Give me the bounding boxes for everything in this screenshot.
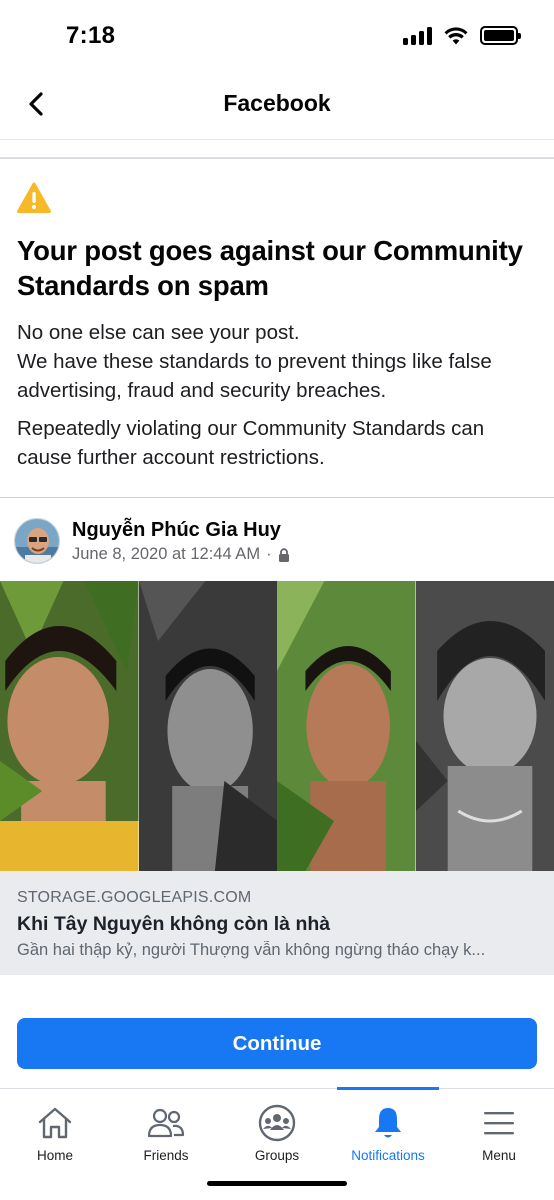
tab-notifications[interactable]: Notifications: [333, 1089, 443, 1179]
home-icon: [38, 1107, 72, 1139]
warning-icon: [17, 182, 51, 213]
link-title: Khi Tây Nguyên không còn là nhà: [17, 913, 331, 935]
page-title: Facebook: [223, 90, 331, 116]
wifi-icon: [444, 26, 468, 44]
warning-title: Your post goes against our Community Sta…: [17, 235, 523, 301]
bell-icon: [375, 1108, 401, 1138]
portrait-panel: [0, 581, 139, 871]
meta-separator: ·: [266, 545, 272, 563]
status-time: 7:18: [66, 22, 116, 49]
tab-menu[interactable]: Menu: [444, 1089, 554, 1179]
battery-icon: [480, 26, 521, 45]
friends-icon: [147, 1108, 185, 1138]
continue-button[interactable]: Continue: [17, 1018, 537, 1069]
link-description: Gần hai thập kỷ, người Thượng vẫn không …: [17, 941, 486, 959]
tab-groups[interactable]: Groups: [222, 1089, 332, 1179]
link-preview[interactable]: STORAGE.GOOGLEAPIS.COM Khi Tây Nguyên kh…: [0, 871, 554, 975]
post-meta: June 8, 2020 at 12:44 AM ·: [72, 545, 290, 564]
avatar[interactable]: [14, 518, 60, 564]
groups-icon: [258, 1104, 296, 1142]
portrait-panel: [138, 581, 277, 871]
divider: [0, 157, 554, 159]
portrait-panel: [415, 581, 554, 871]
status-bar: 7:18: [0, 0, 554, 70]
warning-paragraph: Repeatedly violating our Community Stand…: [17, 417, 485, 469]
nav-header: Facebook: [0, 70, 554, 140]
post-timestamp[interactable]: June 8, 2020 at 12:44 AM: [72, 545, 260, 564]
warning-paragraph: No one else can see your post. We have t…: [17, 321, 492, 402]
link-domain: STORAGE.GOOGLEAPIS.COM: [17, 889, 252, 906]
tab-home[interactable]: Home: [0, 1089, 110, 1179]
lock-icon: [278, 547, 289, 562]
warning-body: No one else can see your post. We have t…: [17, 318, 542, 481]
post-author[interactable]: Nguyễn Phúc Gia Huy: [72, 519, 281, 542]
portrait-panel: [277, 581, 416, 871]
tab-label: Groups: [254, 1148, 300, 1163]
link-preview-image[interactable]: [0, 581, 554, 871]
home-indicator[interactable]: [207, 1181, 347, 1186]
status-icons: [403, 26, 521, 45]
tab-label: Friends: [143, 1148, 189, 1163]
tab-friends[interactable]: Friends: [111, 1089, 221, 1179]
cellular-signal-icon: [403, 26, 432, 45]
tab-label: Menu: [482, 1148, 516, 1163]
tab-label: Notifications: [351, 1148, 425, 1163]
divider: [0, 497, 554, 498]
menu-icon: [484, 1112, 514, 1135]
tab-label: Home: [36, 1148, 73, 1163]
